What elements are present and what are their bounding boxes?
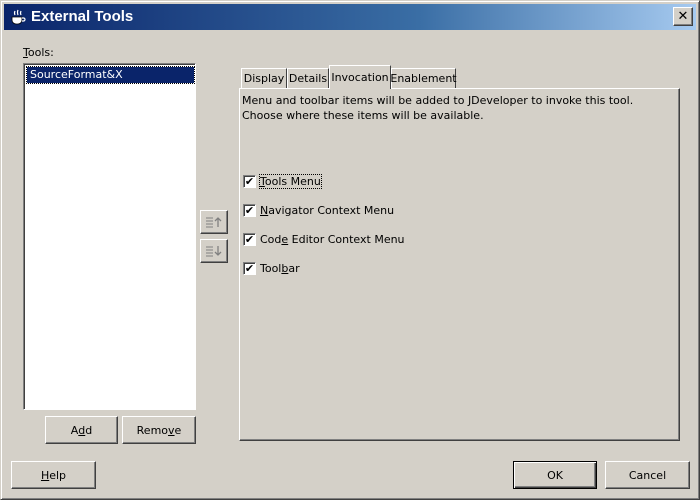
navigator-label-b: N <box>260 203 269 217</box>
coffee-cup-icon <box>11 9 26 25</box>
remove-button-label-a: Remo <box>136 423 169 437</box>
move-up-button[interactable] <box>200 210 228 234</box>
add-button-label-b: d <box>78 423 86 437</box>
tab-invocation-label: Invocation <box>331 71 389 84</box>
external-tools-dialog: External Tools ✕ Tools: SourceFormat&X A… <box>0 0 700 500</box>
code-editor-label-c: Editor Context Menu <box>288 232 405 246</box>
tab-enablement[interactable]: Enablement <box>390 68 457 88</box>
checkmark-icon: ✔ <box>244 232 255 246</box>
help-button[interactable]: Help <box>11 461 96 489</box>
remove-button[interactable]: Remo v e <box>122 416 196 444</box>
tools-listbox[interactable]: SourceFormat&X <box>23 63 196 410</box>
checkmark-icon: ✔ <box>244 203 255 217</box>
tools-menu-label-c: ools Menu <box>264 174 321 188</box>
invocation-panel: Menu and toolbar items will be added to … <box>239 88 680 441</box>
ok-button[interactable]: OK <box>513 461 597 489</box>
code-editor-context-menu-option[interactable]: ✔ Code Editor Context Menu <box>243 232 405 246</box>
remove-button-label-c: e <box>174 423 182 437</box>
navigator-context-menu-label: Navigator Context Menu <box>260 204 394 217</box>
tools-label-rest: ools: <box>27 46 54 59</box>
navigator-context-menu-option[interactable]: ✔ Navigator Context Menu <box>243 203 394 217</box>
toolbar-label: Toolbar <box>260 262 300 275</box>
help-button-label-c: elp <box>49 468 67 482</box>
code-editor-context-menu-label: Code Editor Context Menu <box>260 233 405 246</box>
cancel-button-label: Cancel <box>628 468 667 482</box>
list-item-sourceformat[interactable]: SourceFormat&X <box>26 66 195 84</box>
toolbar-label-a: Tool <box>260 261 282 275</box>
checkmark-icon: ✔ <box>244 261 255 275</box>
tab-display[interactable]: Display <box>241 68 287 88</box>
add-button-label-a: A <box>70 423 79 437</box>
tab-details-label: Details <box>288 72 328 85</box>
tools-menu-label: Tools Menu <box>259 173 322 189</box>
tools-menu-option[interactable]: ✔ Tools Menu <box>243 173 322 189</box>
invocation-description: Menu and toolbar items will be added to … <box>242 94 634 122</box>
tab-enablement-label: Enablement <box>390 72 457 85</box>
code-editor-label-a: Cod <box>260 232 282 246</box>
ok-button-label: OK <box>547 468 563 482</box>
move-up-icon <box>206 217 222 228</box>
navigator-context-menu-checkbox[interactable]: ✔ <box>243 203 256 217</box>
close-icon: ✕ <box>677 9 689 24</box>
tab-display-label: Display <box>243 72 285 85</box>
move-down-button[interactable] <box>200 239 228 263</box>
move-down-icon <box>206 246 222 257</box>
close-button[interactable]: ✕ <box>673 7 693 26</box>
tab-details[interactable]: Details <box>287 68 329 88</box>
toolbar-label-c: ar <box>288 261 300 275</box>
tools-menu-checkbox[interactable]: ✔ <box>243 174 256 188</box>
navigator-label-c: avigator Context Menu <box>268 203 395 217</box>
add-button-label-c: d <box>85 423 93 437</box>
tools-label: Tools: <box>23 46 54 59</box>
code-editor-context-menu-checkbox[interactable]: ✔ <box>243 232 256 246</box>
toolbar-option[interactable]: ✔ Toolbar <box>243 261 300 275</box>
help-button-label-b: H <box>40 468 50 482</box>
title-bar[interactable]: External Tools ✕ <box>4 4 696 30</box>
cancel-button[interactable]: Cancel <box>605 461 690 489</box>
window-title: External Tools <box>31 8 134 25</box>
add-button[interactable]: Add <box>45 416 118 444</box>
tab-invocation[interactable]: Invocation <box>329 65 391 89</box>
checkmark-icon: ✔ <box>244 174 255 188</box>
toolbar-checkbox[interactable]: ✔ <box>243 261 256 275</box>
